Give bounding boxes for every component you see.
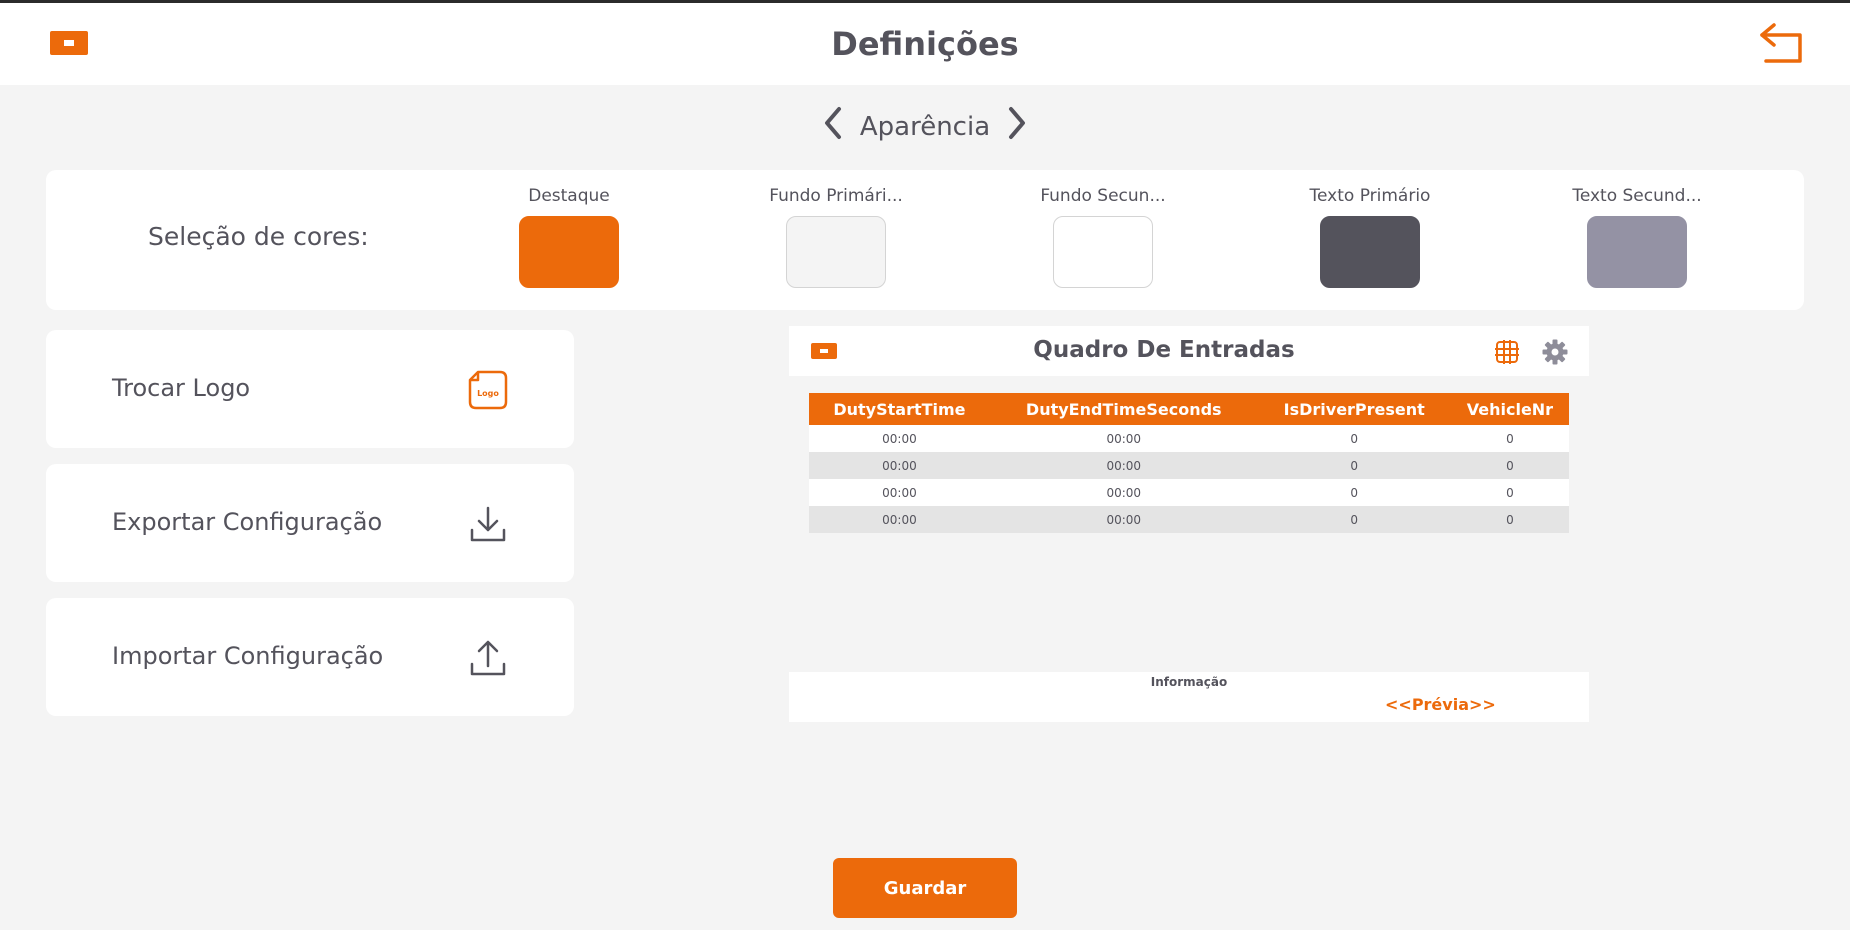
swatch-label: Fundo Primári... (769, 186, 903, 206)
change-logo-button[interactable]: Trocar Logo Logo (46, 330, 574, 448)
table-cell: 00:00 (809, 506, 990, 533)
table-row: 00:00 00:00 0 0 (809, 479, 1569, 506)
swatch-group-fundo-secundario: Fundo Secun... (1003, 186, 1203, 288)
preview-header: Quadro De Entradas (789, 326, 1589, 376)
table-row: 00:00 00:00 0 0 (809, 452, 1569, 479)
swatch-group-texto-primario: Texto Primário (1270, 186, 1470, 288)
logo-file-icon: Logo (468, 370, 508, 410)
table-cell: 0 (1450, 452, 1569, 479)
column-header: DutyStartTime (809, 393, 990, 425)
preview-info-label: Informação (1150, 675, 1228, 689)
export-config-label: Exportar Configuração (112, 508, 383, 536)
save-button[interactable]: Guardar (833, 858, 1017, 918)
swatch-group-texto-secundario: Texto Secund... (1537, 186, 1737, 288)
table-header-row: DutyStartTime DutyEndTimeSeconds IsDrive… (809, 393, 1569, 425)
color-swatch-texto-primario[interactable] (1320, 216, 1420, 288)
swatch-label: Fundo Secun... (1040, 186, 1166, 206)
section-title: Aparência (859, 111, 991, 142)
table-cell: 00:00 (809, 425, 990, 452)
table-row: 00:00 00:00 0 0 (809, 425, 1569, 452)
color-swatch-fundo-secundario[interactable] (1053, 216, 1153, 288)
color-selection-card: Seleção de cores: Destaque Fundo Primári… (46, 170, 1804, 310)
table-cell: 00:00 (809, 479, 990, 506)
table-cell: 00:00 (989, 506, 1258, 533)
preview-link[interactable]: <<Prévia>> (1385, 695, 1496, 714)
swatch-label: Destaque (528, 186, 610, 206)
gear-icon[interactable] (1541, 338, 1569, 366)
color-swatch-texto-secundario[interactable] (1587, 216, 1687, 288)
color-swatch-fundo-primario[interactable] (786, 216, 886, 288)
logo-file-text: Logo (477, 389, 499, 398)
table-cell: 0 (1450, 425, 1569, 452)
chevron-right-icon (1009, 107, 1026, 139)
chevron-left-icon (824, 107, 841, 139)
table-cell: 00:00 (989, 425, 1258, 452)
table-cell: 0 (1257, 452, 1451, 479)
app-header: Definições (0, 3, 1850, 85)
table-cell: 0 (1257, 425, 1451, 452)
theme-preview: Quadro De Entradas DutyStartTime DutyEnd… (789, 326, 1589, 722)
previous-section-button[interactable] (822, 106, 844, 147)
table-cell: 00:00 (809, 452, 990, 479)
color-swatch-destaque[interactable] (519, 216, 619, 288)
back-button[interactable] (1756, 19, 1808, 67)
page-title: Definições (831, 25, 1019, 63)
table-cell: 0 (1450, 479, 1569, 506)
swatch-label: Texto Primário (1309, 186, 1431, 206)
next-section-button[interactable] (1006, 106, 1028, 147)
download-icon (470, 506, 506, 542)
grid-icon[interactable] (1493, 338, 1521, 366)
table-cell: 0 (1450, 506, 1569, 533)
column-header: VehicleNr (1450, 393, 1569, 425)
export-config-button[interactable]: Exportar Configuração (46, 464, 574, 582)
preview-table: DutyStartTime DutyEndTimeSeconds IsDrive… (809, 393, 1569, 533)
import-config-label: Importar Configuração (112, 642, 384, 670)
column-header: DutyEndTimeSeconds (989, 393, 1258, 425)
preview-footer: Informação <<Prévia>> (789, 672, 1589, 722)
swatch-group-fundo-primario: Fundo Primári... (736, 186, 936, 288)
table-cell: 0 (1257, 479, 1451, 506)
table-cell: 00:00 (989, 479, 1258, 506)
return-arrow-icon (1760, 23, 1802, 63)
table-row: 00:00 00:00 0 0 (809, 506, 1569, 533)
swatch-label: Texto Secund... (1572, 186, 1702, 206)
table-cell: 00:00 (989, 452, 1258, 479)
import-config-button[interactable]: Importar Configuração (46, 598, 574, 716)
change-logo-label: Trocar Logo (112, 374, 251, 402)
section-navigator: Aparência (0, 106, 1850, 147)
table-cell: 0 (1257, 506, 1451, 533)
swatch-group-destaque: Destaque (469, 186, 669, 288)
preview-title: Quadro De Entradas (1033, 337, 1295, 363)
color-selection-label: Seleção de cores: (148, 222, 369, 251)
column-header: IsDriverPresent (1257, 393, 1451, 425)
upload-icon (470, 640, 506, 676)
